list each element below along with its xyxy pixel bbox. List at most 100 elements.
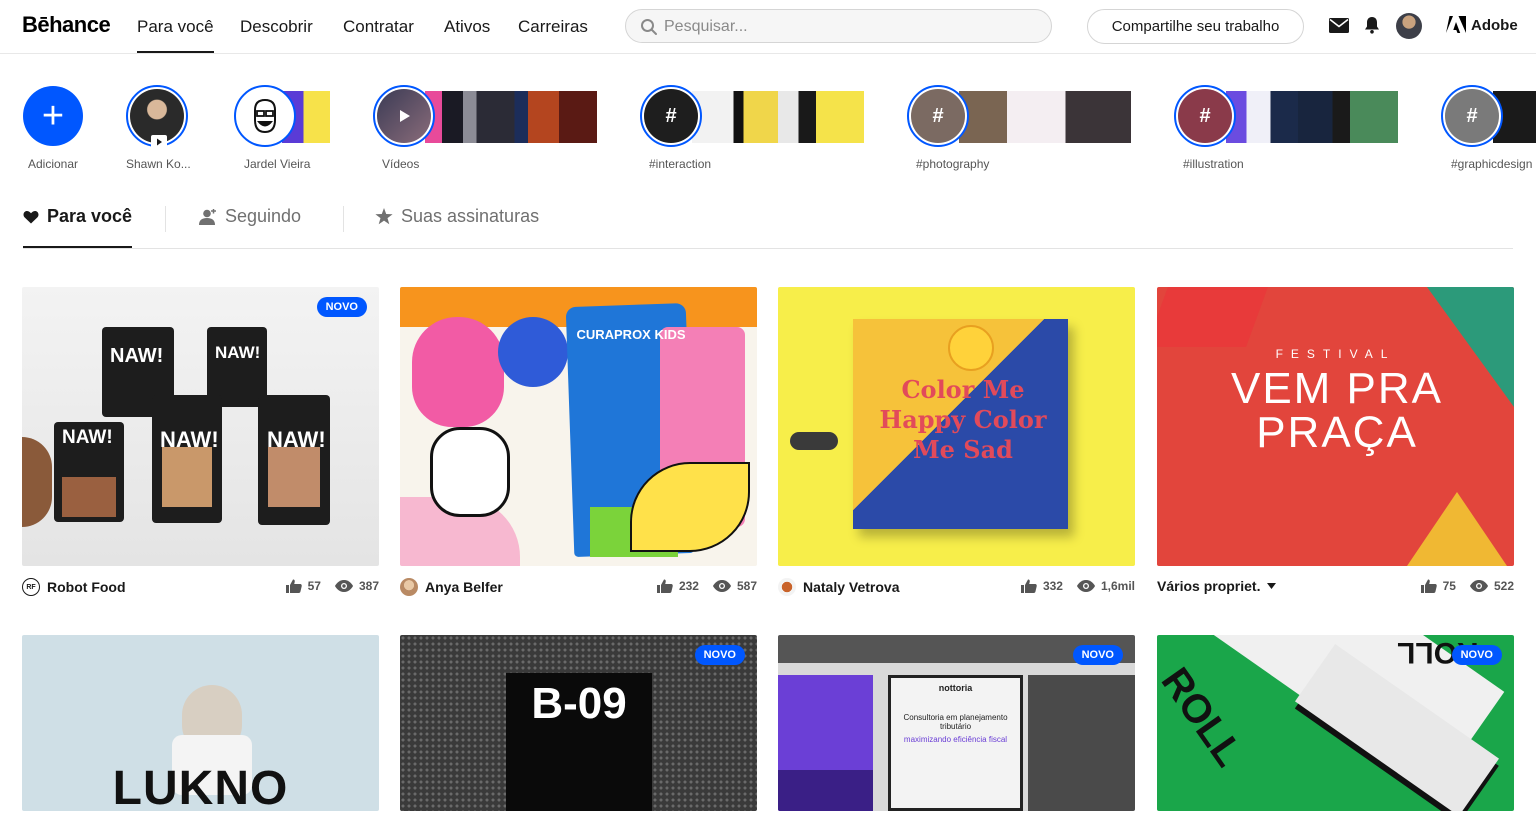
story-label: Shawn Ko... <box>126 157 191 171</box>
story-label: Vídeos <box>382 157 420 171</box>
hashtag-icon: # <box>911 89 965 143</box>
tab-suas-assinaturas[interactable]: Suas assinaturas <box>375 206 539 227</box>
nav-ativos[interactable]: Ativos <box>444 17 490 37</box>
play-icon <box>400 110 410 122</box>
owner-name: Vários propriet. <box>1157 578 1261 594</box>
thumb-text: NAW! <box>160 427 219 452</box>
tab-para-voce[interactable]: Para você <box>23 206 133 248</box>
thumb-text: NAW! <box>215 343 261 362</box>
tab-label: Seguindo <box>225 206 302 226</box>
project-thumbnail[interactable]: FESTIVAL VEM PRA PRAÇA <box>1157 287 1514 566</box>
owner-avatar: RF <box>22 578 40 596</box>
nav-descobrir[interactable]: Descobrir <box>240 17 313 37</box>
story-label: #interaction <box>649 157 712 171</box>
card-meta: Vários propriet. 75 522 <box>1157 578 1514 598</box>
thumb-text: ROLL <box>1157 660 1252 775</box>
search-bar[interactable] <box>625 9 1052 43</box>
card-meta: Anya Belfer 232 587 <box>400 578 757 598</box>
new-badge: NOVO <box>1072 645 1123 665</box>
adobe-link[interactable]: Adobe <box>1446 16 1518 34</box>
nav-contratar[interactable]: Contratar <box>343 17 414 37</box>
nav-para-voce[interactable]: Para você <box>137 17 214 53</box>
project-thumbnail[interactable]: LUKNO <box>22 635 379 811</box>
owner-link[interactable]: Anya Belfer <box>400 578 503 596</box>
bearded-face-icon <box>254 98 276 134</box>
chevron-down-icon <box>1267 583 1277 589</box>
like-count: 332 <box>1042 579 1063 593</box>
story-avatar <box>377 89 431 143</box>
search-input[interactable] <box>664 16 1034 38</box>
thumb-subtext: FESTIVAL <box>1275 347 1396 361</box>
share-work-button[interactable]: Compartilhe seu trabalho <box>1087 9 1304 44</box>
owner-name: Anya Belfer <box>425 579 503 595</box>
thumb-subtext: maximizando eficiência fiscal <box>903 735 1008 744</box>
like-count: 75 <box>1442 579 1456 593</box>
thumb-text: NAW! <box>267 427 326 452</box>
project-thumbnail[interactable]: NOVO nottoria Consultoria em planejament… <box>778 635 1135 811</box>
thumb-text: NAW! <box>110 345 164 367</box>
tab-seguindo[interactable]: Seguindo <box>199 206 301 227</box>
adobe-label: Adobe <box>1471 17 1518 34</box>
thumb-text: nottoria <box>938 683 973 693</box>
mail-icon[interactable] <box>1329 18 1349 33</box>
thumb-text: LUKNO <box>112 762 289 811</box>
plus-icon: + <box>41 94 65 137</box>
thumb-text: VEM PRA PRAÇA <box>1230 364 1444 457</box>
like-count: 232 <box>678 579 699 593</box>
owner-avatar <box>400 578 418 596</box>
story-avatar <box>238 89 292 143</box>
owner-link[interactable]: Vários propriet. <box>1157 578 1277 594</box>
user-avatar[interactable] <box>1396 13 1422 39</box>
tab-divider <box>165 206 166 232</box>
owner-link[interactable]: RF Robot Food <box>22 578 126 596</box>
new-badge: NOVO <box>316 297 367 317</box>
view-count: 1,6mil <box>1100 579 1135 593</box>
thumbs-up-icon <box>1020 579 1037 593</box>
thumbs-up-icon <box>1420 579 1437 593</box>
new-badge: NOVO <box>694 645 745 665</box>
view-count: 387 <box>358 579 379 593</box>
star-icon <box>375 208 393 225</box>
behance-logo[interactable]: Bēhance <box>22 12 111 38</box>
project-thumbnail[interactable]: NOVO ROLL ROLL <box>1157 635 1514 811</box>
hashtag-icon: # <box>1178 89 1232 143</box>
tab-label: Para você <box>47 206 133 226</box>
story-label: Jardel Vieira <box>244 157 311 171</box>
card-meta: RF Robot Food 57 387 <box>22 578 379 598</box>
view-count: 522 <box>1493 579 1514 593</box>
adobe-icon <box>1446 16 1466 33</box>
story-label: #photography <box>916 157 990 171</box>
bell-icon[interactable] <box>1364 16 1380 34</box>
project-thumbnail[interactable]: NOVO NAW! NAW! NAW! NAW! NAW! <box>22 287 379 566</box>
eye-icon <box>1469 580 1488 592</box>
thumb-text: B-09 <box>531 679 627 728</box>
card-stats: 57 387 <box>285 579 379 593</box>
tab-divider <box>343 206 344 232</box>
thumb-text: NAW! <box>62 427 113 448</box>
project-thumbnail[interactable]: NOVO B-09 <box>400 635 757 811</box>
like-count: 57 <box>307 579 321 593</box>
thumb-text: CURAPROX KIDS <box>576 327 686 342</box>
top-navbar: Bēhance Para você Descobrir Contratar At… <box>0 0 1536 54</box>
story-label: #illustration <box>1183 157 1244 171</box>
eye-icon <box>1076 580 1095 592</box>
user-follow-icon <box>199 208 216 225</box>
tab-label: Suas assinaturas <box>401 206 540 226</box>
card-stats: 232 587 <box>656 579 757 593</box>
nav-carreiras[interactable]: Carreiras <box>518 17 588 37</box>
owner-name: Nataly Vetrova <box>803 579 900 595</box>
feed-tabs: Para você Seguindo Suas assinaturas <box>23 196 1513 249</box>
search-icon <box>641 19 657 35</box>
owner-link[interactable]: Nataly Vetrova <box>778 578 900 596</box>
card-stats: 332 1,6mil <box>1020 579 1135 593</box>
add-story-button[interactable]: + <box>23 86 83 146</box>
eye-icon <box>712 580 731 592</box>
view-count: 587 <box>736 579 757 593</box>
card-stats: 75 522 <box>1420 579 1514 593</box>
card-meta: Nataly Vetrova 332 1,6mil <box>778 578 1135 598</box>
story-label-add: Adicionar <box>28 157 79 171</box>
thumb-subtext: Consultoria em planejamento tributário <box>903 713 1008 731</box>
project-thumbnail[interactable]: CURAPROX KIDS <box>400 287 757 566</box>
project-thumbnail[interactable]: Color Me Happy Color Me Sad <box>778 287 1135 566</box>
eye-icon <box>334 580 353 592</box>
